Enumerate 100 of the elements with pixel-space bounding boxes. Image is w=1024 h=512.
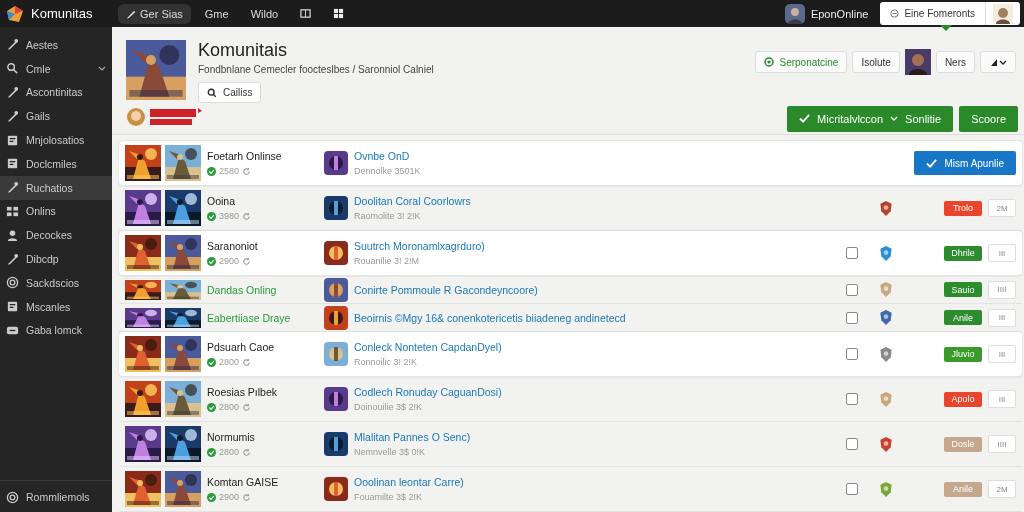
player-count: 2800 xyxy=(219,357,240,367)
app-icon xyxy=(324,432,348,456)
checkbox[interactable] xyxy=(846,283,858,296)
sidebar-item[interactable]: Mnjolosatios xyxy=(0,128,112,152)
action-button[interactable]: Isolute xyxy=(852,51,900,73)
document-icon xyxy=(6,300,19,314)
sidebar-item[interactable]: Ruchatios xyxy=(0,175,112,200)
pointer-icon xyxy=(940,25,953,31)
sort-button[interactable] xyxy=(980,51,1016,73)
sidebar-item[interactable]: Dibcdp xyxy=(0,247,112,271)
checkbox[interactable] xyxy=(846,483,858,495)
list-row[interactable]: Normumis 2800 Mlalitan Pannes O Senc) Nemnvelle 3$ 0!K Dosle IIII xyxy=(119,422,1022,467)
checkbox[interactable] xyxy=(846,311,858,324)
app-icon xyxy=(324,196,348,220)
sidebar-item[interactable]: Doclcmiles xyxy=(0,152,112,176)
document-icon xyxy=(6,157,19,171)
checkbox[interactable] xyxy=(846,348,858,360)
sort-icon xyxy=(989,57,1007,67)
status-badge: Anile xyxy=(944,481,982,497)
nav-tab[interactable]: Wildo xyxy=(242,3,287,24)
online-icon xyxy=(207,357,216,367)
sidebar-item[interactable]: Decockes xyxy=(0,223,112,248)
window-icon[interactable] xyxy=(300,8,312,19)
list-row[interactable]: Komtan GAISE 2900 Ooolinan leontar Carre) Fouamilte 3$ 2!K Anile 2M xyxy=(119,467,1022,512)
sidebar-item[interactable]: Aestes xyxy=(0,33,112,57)
pen-icon xyxy=(6,252,19,266)
list-row[interactable]: Roesias Pılbek 2800 Codlech Ronuday CaguanDosi) Doinouilie 3$ 2!K Apolo III xyxy=(119,377,1022,422)
link[interactable]: Ooolinan leontar Carre) xyxy=(354,476,846,488)
game-name[interactable]: Foetarh Onlinse xyxy=(207,150,317,162)
game-name[interactable]: Ooina xyxy=(207,195,317,207)
avatar[interactable] xyxy=(992,3,1014,24)
clock-icon xyxy=(890,9,900,18)
status-badge: Dhrile xyxy=(944,245,982,261)
refresh-icon xyxy=(242,402,252,412)
grid-icon[interactable] xyxy=(333,8,345,19)
player-count: 3980 xyxy=(219,211,240,221)
link[interactable]: Conirte Pommoule R Gacondeyncoore) xyxy=(354,283,846,296)
avatar[interactable] xyxy=(784,3,805,24)
link[interactable]: Doolitan Coral Coorlowrs xyxy=(354,195,846,207)
sidebar-item[interactable]: Mscanles xyxy=(0,294,112,319)
link[interactable]: Beoirnis ©Mgy 16& conenkotericetis biiadeneg andinetecd xyxy=(354,311,846,324)
grid-icon xyxy=(6,204,19,218)
player-count: 2580 xyxy=(219,166,240,176)
list-row[interactable]: Saranoniot 2900 Suutrch Moronamlxagrduro) Rouanilie 3! 2!M Dhrile III xyxy=(119,231,1022,276)
app-name: Komunitas xyxy=(31,6,93,21)
target-icon xyxy=(6,276,19,290)
game-name[interactable]: Roesias Pılbek xyxy=(207,386,317,398)
game-name[interactable]: Pdsuarh Caoe xyxy=(207,341,317,353)
player-count: 2800 xyxy=(219,402,240,412)
link-meta: Doinouilie 3$ 2!K xyxy=(354,402,424,412)
list-row[interactable]: Foetarh Onlinse 2580 Ovnbe OnD Dennolke 3501K Mism Apunlie xyxy=(119,141,1022,186)
nav-tab[interactable]: Ger Sias xyxy=(118,3,191,24)
game-name[interactable]: Komtan GAISE xyxy=(207,476,317,488)
count-box: III xyxy=(988,244,1016,262)
checkbox[interactable] xyxy=(846,247,858,259)
sidebar-item[interactable]: Ascontinitas xyxy=(0,80,112,105)
sidebar-item[interactable]: Gails xyxy=(0,104,112,129)
nav-tab[interactable]: Gme xyxy=(196,3,237,24)
logo-icon xyxy=(5,3,25,24)
link[interactable]: Ovnbe OnD xyxy=(354,150,914,162)
avatar[interactable] xyxy=(904,49,931,75)
search-button[interactable]: Cailiss xyxy=(198,82,262,103)
action-button[interactable]: Ners xyxy=(935,51,975,73)
user-name[interactable]: EponOnline xyxy=(810,7,869,20)
checkbox[interactable] xyxy=(846,438,858,450)
app-icon xyxy=(324,241,348,265)
sidebar-item[interactable]: Gaba lomck xyxy=(0,318,112,343)
search-icon xyxy=(6,62,19,76)
secondary-button[interactable]: Scoore xyxy=(959,105,1018,132)
list-row[interactable]: Pdsuarh Caoe 2800 Conleck Nonteten CapdanDyel) Ronnoilic 3! 2!K Jluvio III xyxy=(119,332,1022,377)
pen-icon xyxy=(126,8,136,19)
link[interactable]: Suutrch Moronamlxagrduro) xyxy=(354,240,846,252)
game-name[interactable]: Normumis xyxy=(207,431,317,443)
count-box: 2M xyxy=(988,199,1016,217)
game-name[interactable]: Saranoniot xyxy=(207,240,317,252)
status-button[interactable]: Serponatcine xyxy=(755,51,848,73)
online-icon xyxy=(207,447,216,457)
app-icon xyxy=(324,151,348,175)
count-box: IIII xyxy=(988,435,1016,453)
app-icon xyxy=(324,477,348,501)
checkbox[interactable] xyxy=(846,393,858,405)
link[interactable]: Conleck Nonteten CapdanDyel) xyxy=(354,341,846,353)
refresh-icon xyxy=(242,256,252,266)
sidebar-item[interactable]: Onlins xyxy=(0,199,112,224)
action-button[interactable]: Mism Apunlie xyxy=(913,151,1016,175)
refresh-icon xyxy=(242,211,252,221)
player-count: 2800 xyxy=(219,447,240,457)
refresh-icon xyxy=(242,447,252,457)
sidebar-item[interactable]: Cmle xyxy=(0,56,112,81)
link[interactable]: Mlalitan Pannes O Senc) xyxy=(354,431,846,443)
primary-button[interactable]: Micritalvlccon Sonlitie xyxy=(787,105,954,132)
player-count: 2900 xyxy=(219,256,240,266)
sidebar-item[interactable]: Sackdscios xyxy=(0,270,112,295)
person-icon xyxy=(6,228,19,242)
sidebar-item[interactable]: Rommliemols xyxy=(0,485,112,509)
count-box: IIII xyxy=(988,280,1016,299)
app-icon xyxy=(324,277,348,302)
list-row[interactable]: Dandas Onling Conirte Pommoule R Gacondeyncoore) Sauio IIII xyxy=(119,276,1022,304)
link[interactable]: Codlech Ronuday CaguanDosi) xyxy=(354,386,846,398)
online-icon xyxy=(207,402,216,412)
